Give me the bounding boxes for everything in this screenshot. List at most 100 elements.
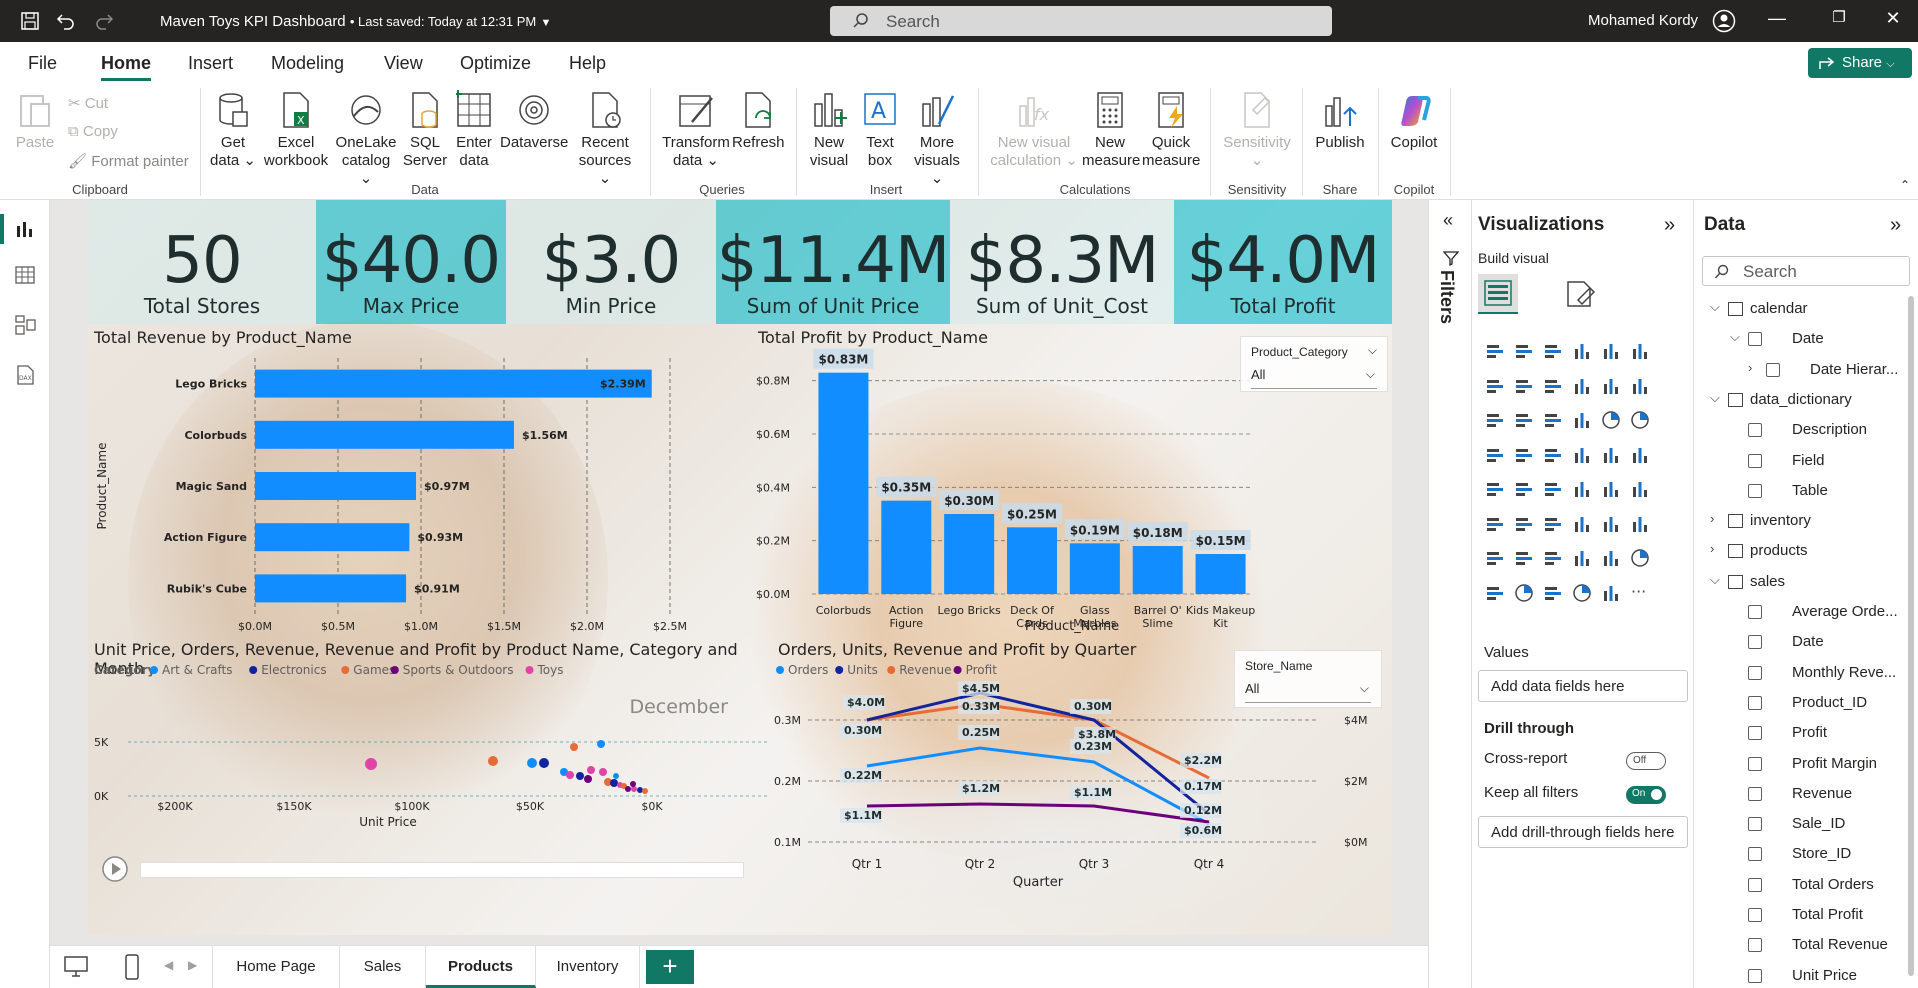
scatter-point[interactable] <box>631 786 637 792</box>
chevron-down-icon[interactable]: ⌵ <box>1710 390 1720 406</box>
shape-map-icon[interactable] <box>1571 444 1593 466</box>
more-visuals-icon[interactable]: ··· <box>1629 582 1651 604</box>
field-checkbox[interactable] <box>1748 695 1762 710</box>
data-field[interactable]: Store_ID <box>1694 841 1918 869</box>
product-category-slicer[interactable]: Product_Category ⌵ All ⌵ <box>1240 336 1388 392</box>
scatter-point[interactable] <box>570 743 578 751</box>
data-field[interactable]: Product_ID <box>1694 690 1918 718</box>
add-page-button[interactable]: + <box>646 950 694 984</box>
field-checkbox[interactable] <box>1748 877 1762 892</box>
line-clustered-column-icon[interactable] <box>1629 375 1651 397</box>
report-view-icon[interactable] <box>14 218 36 240</box>
desktop-layout-icon[interactable] <box>64 956 88 978</box>
field-checkbox[interactable] <box>1748 968 1762 983</box>
new-visual-button[interactable]: New visual <box>806 90 852 170</box>
profit-by-product-visual[interactable]: Total Profit by Product_Name $0.0M $0.2M $… <box>752 324 1392 636</box>
tab-home-page[interactable]: Home Page <box>212 946 340 988</box>
data-field[interactable]: Total Revenue <box>1694 932 1918 960</box>
keep-all-filters-toggle[interactable]: On <box>1626 786 1666 804</box>
column[interactable] <box>1132 546 1183 594</box>
legend-item[interactable]: Orders <box>788 663 828 677</box>
column[interactable] <box>1069 543 1120 594</box>
q-and-a-icon[interactable] <box>1571 547 1593 569</box>
legend-item[interactable]: Profit <box>966 663 998 677</box>
enter-data-button[interactable]: Enter data <box>452 90 496 170</box>
map-icon[interactable] <box>1513 444 1535 466</box>
r-visual-icon[interactable] <box>1484 582 1506 604</box>
funnel-chart-icon[interactable] <box>1542 409 1564 431</box>
data-table-calendar[interactable]: ⌵ calendar <box>1694 296 1918 324</box>
onelake-catalog-button[interactable]: OneLake catalog ⌄ <box>334 90 398 188</box>
store-name-slicer[interactable]: Store_Name All ⌵ <box>1234 650 1382 708</box>
build-visual-tab[interactable] <box>1478 274 1518 314</box>
matrix-icon[interactable] <box>1484 547 1506 569</box>
chevron-down-icon[interactable]: ▼ <box>540 17 551 29</box>
data-search-input[interactable]: Search <box>1702 256 1910 286</box>
play-axis-slider[interactable] <box>140 862 744 878</box>
legend-item[interactable]: Electronics <box>261 663 326 677</box>
share-button[interactable]: Share ⌵ <box>1808 48 1912 78</box>
chevron-right-icon[interactable]: › <box>1710 511 1714 526</box>
user-name[interactable]: Mohamed Kordy <box>1588 12 1698 29</box>
scatter-by-category-month-visual[interactable]: Unit Price, Orders, Revenue, Revenue and… <box>88 636 772 935</box>
data-field[interactable]: Monthly Reve... <box>1694 660 1918 688</box>
revenue-by-product-visual[interactable]: Total Revenue by Product_Name $0.0M $0.5M… <box>88 324 752 636</box>
chevron-right-icon[interactable]: › <box>1710 541 1714 556</box>
scatter-point[interactable] <box>630 781 636 787</box>
data-field[interactable]: Profit <box>1694 720 1918 748</box>
table-view-icon[interactable] <box>14 264 36 286</box>
dax-query-view-icon[interactable]: DAX <box>14 364 36 386</box>
scatter-point[interactable] <box>637 787 643 793</box>
waterfall-chart-icon[interactable] <box>1513 409 1535 431</box>
column[interactable] <box>818 372 869 594</box>
format-painter-button[interactable]: 🖌 Format painter <box>68 152 189 170</box>
bar[interactable] <box>255 420 514 449</box>
data-field[interactable]: Profit Margin <box>1694 751 1918 779</box>
more-visuals-button[interactable]: More visuals ⌄ <box>908 90 966 188</box>
minimize-icon[interactable]: — <box>1762 8 1792 29</box>
field-checkbox[interactable] <box>1748 483 1762 498</box>
series-line-orders[interactable] <box>866 746 1210 826</box>
sql-server-button[interactable]: SQL Server <box>402 90 448 170</box>
kpi-card-total-profit[interactable]: $4.0M Total Profit <box>1174 200 1392 324</box>
100-bar-chart-icon[interactable] <box>1600 340 1622 362</box>
stacked-area-chart-icon[interactable] <box>1542 375 1564 397</box>
legend-item[interactable]: Games <box>353 663 395 677</box>
save-icon[interactable] <box>20 11 40 31</box>
treemap-icon[interactable] <box>1484 444 1506 466</box>
menu-help[interactable]: Help <box>569 53 606 74</box>
copilot-visual-icon[interactable] <box>1600 582 1622 604</box>
area-chart-icon[interactable] <box>1513 375 1535 397</box>
column[interactable] <box>881 500 932 594</box>
data-pane-scrollbar[interactable] <box>1908 296 1914 976</box>
legend-item[interactable]: Sports & Outdoors <box>403 663 514 677</box>
publish-button[interactable]: Publish <box>1312 90 1368 152</box>
tab-inventory[interactable]: Inventory <box>536 946 640 988</box>
quick-measure-button[interactable]: Quick measure <box>1142 90 1200 170</box>
arc-gauge-icon[interactable] <box>1571 582 1593 604</box>
pie-chart-icon[interactable] <box>1600 409 1622 431</box>
qa-visual-icon[interactable] <box>1484 513 1506 535</box>
data-table-sales[interactable]: ⌵ sales <box>1694 569 1918 597</box>
data-field[interactable]: Revenue <box>1694 781 1918 809</box>
copy-button[interactable]: ⧉ Copy <box>68 123 118 140</box>
field-checkbox[interactable] <box>1748 756 1762 771</box>
100-area-chart-icon[interactable] <box>1571 375 1593 397</box>
scatter-point[interactable] <box>597 740 605 748</box>
filled-map-icon[interactable] <box>1542 444 1564 466</box>
data-field[interactable]: Date <box>1694 629 1918 657</box>
stacked-bar-chart-icon[interactable] <box>1484 340 1506 362</box>
kpi-card-sum-unit-price[interactable]: $11.4M Sum of Unit Price <box>716 200 950 324</box>
kpi-card-max-price[interactable]: $40.0 Max Price <box>316 200 506 324</box>
chevron-down-icon[interactable]: ⌵ <box>1710 572 1720 588</box>
field-checkbox[interactable] <box>1748 908 1762 922</box>
slicer-icon[interactable] <box>1513 478 1535 500</box>
collapse-data-pane-icon[interactable]: » <box>1890 214 1901 237</box>
data-field[interactable]: Unit Price <box>1694 963 1918 988</box>
menu-modeling[interactable]: Modeling <box>271 53 344 74</box>
stacked-column-chart-icon[interactable] <box>1513 340 1535 362</box>
power-automate-icon[interactable] <box>1629 513 1651 535</box>
field-checkbox[interactable] <box>1748 332 1762 347</box>
new-visual-calculation-button[interactable]: fx New visual calculation ⌄ <box>990 90 1078 170</box>
data-field[interactable]: Average Orde... <box>1694 599 1918 627</box>
